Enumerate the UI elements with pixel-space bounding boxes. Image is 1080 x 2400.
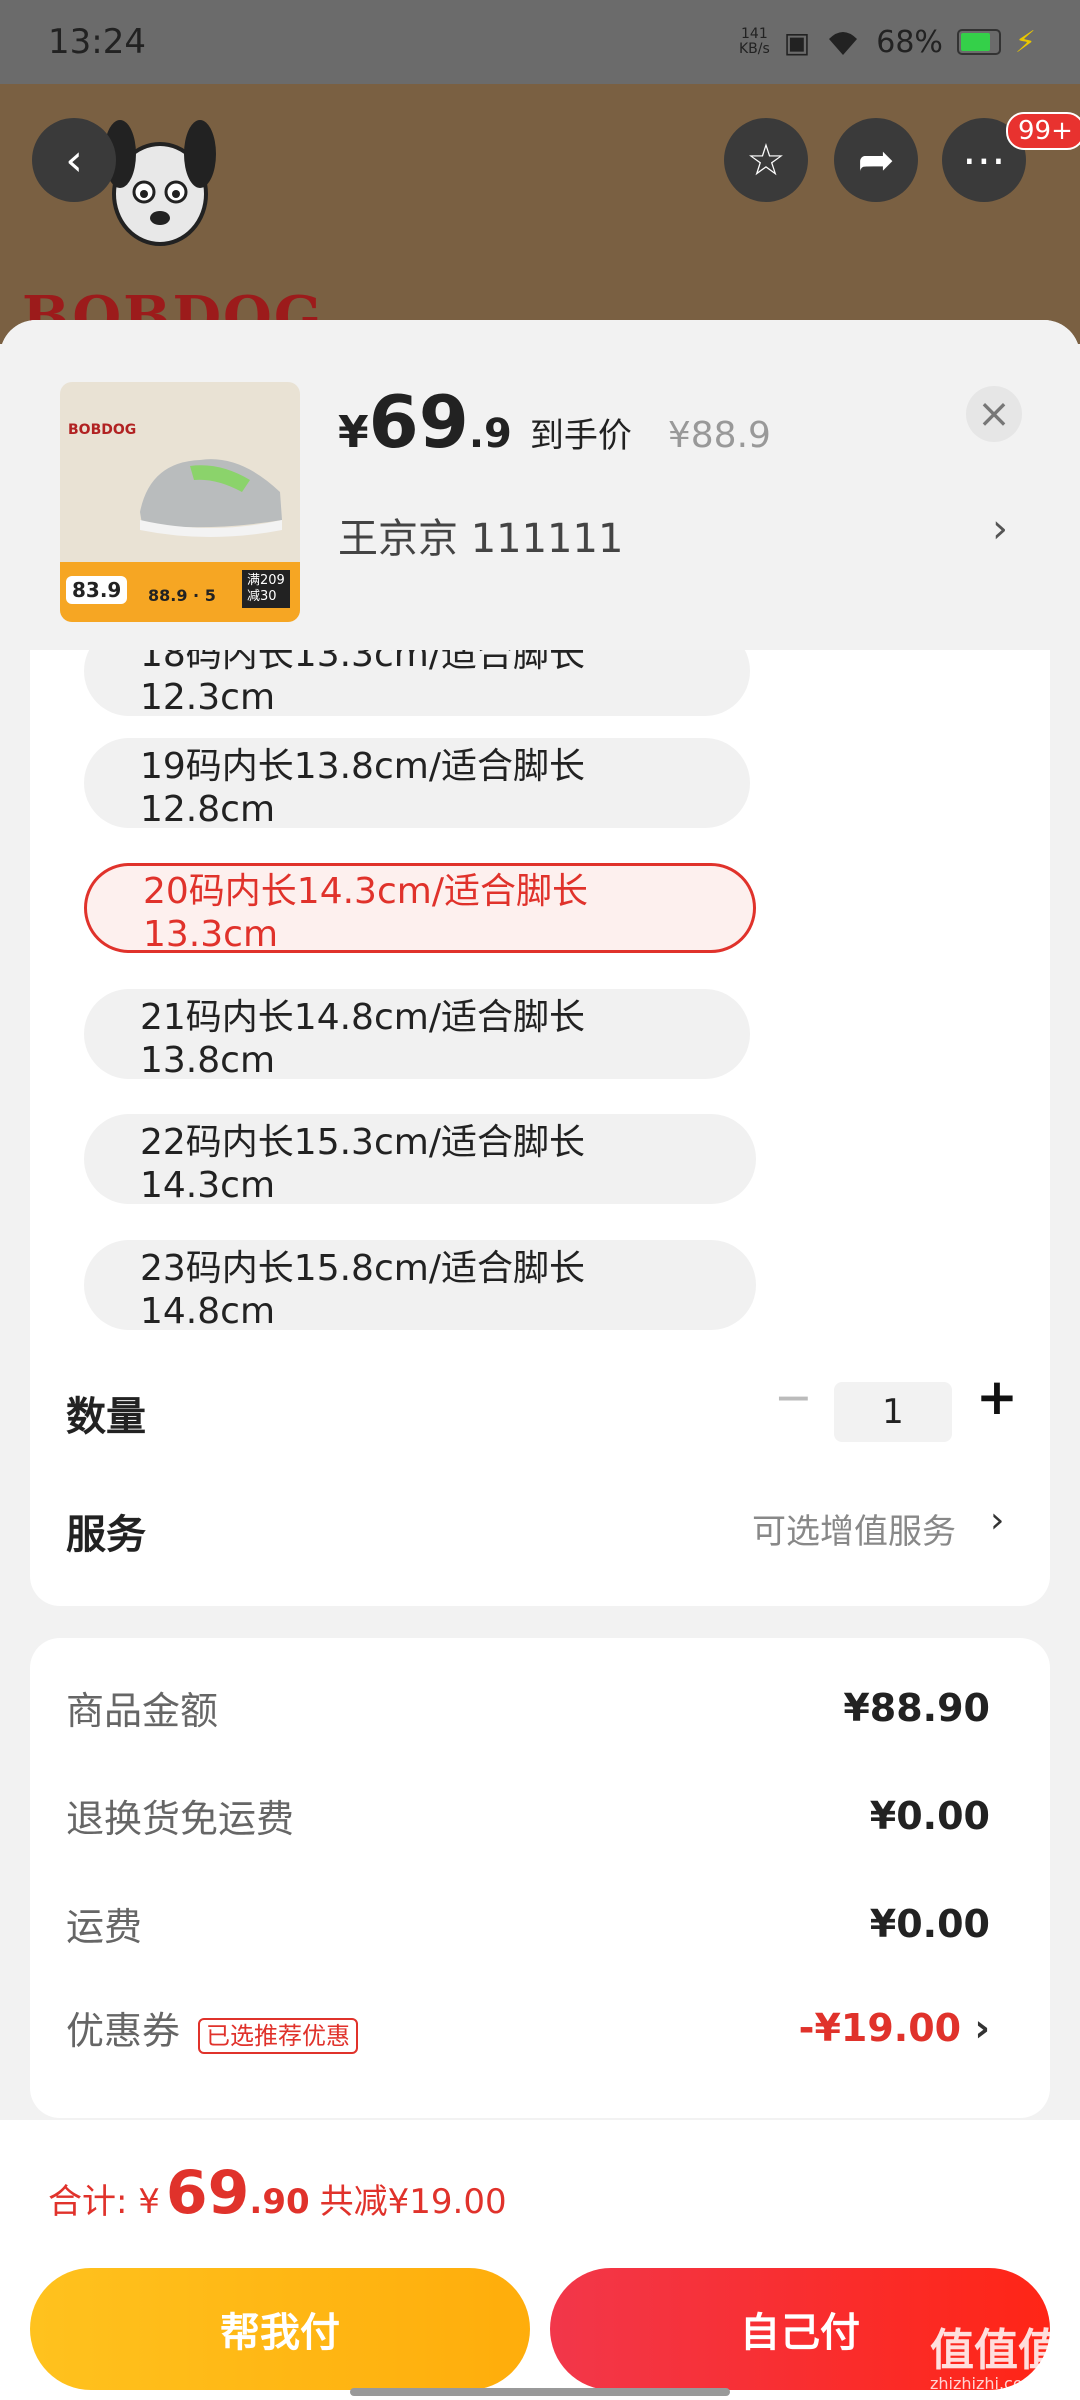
favorite-button[interactable]: ☆ (724, 118, 808, 202)
quantity-label: 数量 (66, 1394, 146, 1440)
cost-row-coupon[interactable]: 优惠券 已选推荐优惠 -¥19.00 › (66, 2000, 1006, 2055)
options-card: 18码内长13.3cm/适合脚长12.3cm 19码内长13.8cm/适合脚长1… (30, 650, 1050, 1380)
share-button[interactable]: ➦ (834, 118, 918, 202)
size-option-label: 22码内长15.3cm/适合脚长14.3cm (140, 1121, 585, 1206)
quantity-minus-button[interactable]: − (774, 1370, 813, 1424)
coupon-value: -¥19.00 (798, 2005, 962, 2050)
cost-summary-card: 商品金额 ¥88.90 退换货免运费 ¥0.00 运费 ¥0.00 优惠券 已选推… (30, 1638, 1050, 2118)
home-indicator[interactable] (350, 2388, 730, 2396)
net-speed: 141 KB/s (739, 27, 770, 57)
size-option-label: 20码内长14.3cm/适合脚长13.3cm (143, 870, 588, 955)
address-row[interactable]: 王京京 111111 (338, 506, 623, 564)
pay-myself-label: 自己付 (740, 2310, 860, 2356)
size-option-label: 19码内长13.8cm/适合脚长12.8cm (140, 745, 585, 830)
close-icon: × (977, 391, 1011, 437)
product-header: BOBDOG 83.9 88.9 · 5 满209 减30 ¥ 69 .9 到手… (0, 320, 1080, 660)
favorite-star-icon: ☆ (746, 134, 786, 186)
total-saved: 共减¥19.00 (319, 2182, 507, 2222)
net-speed-unit: KB/s (738, 41, 770, 57)
original-price: ¥88.9 (667, 415, 771, 456)
watermark-sub: zhizhizhi.com (930, 2374, 1039, 2393)
cost-row-goods: 商品金额 ¥88.90 (66, 1680, 1006, 1735)
status-time: 13:24 (48, 22, 146, 62)
product-thumbnail[interactable]: BOBDOG 83.9 88.9 · 5 满209 减30 (60, 382, 300, 622)
help-me-pay-button[interactable]: 帮我付 (30, 2268, 530, 2390)
product-hero-image: BOBDOG (0, 84, 1080, 344)
service-hint[interactable]: 可选增值服务 (752, 1504, 956, 1553)
checkout-footer: 合计: ¥ 69 .90 共减¥19.00 帮我付 自己付 (0, 2120, 1080, 2400)
more-icon: ⋯ (962, 134, 1006, 186)
thumb-price: 83.9 (66, 576, 128, 604)
goods-amount-value: ¥88.90 (843, 1685, 990, 1730)
currency-symbol: ¥ (338, 407, 369, 458)
coupon-tag: 已选推荐优惠 (198, 2018, 359, 2054)
size-option-label: 23码内长15.8cm/适合脚长14.8cm (140, 1247, 585, 1332)
quantity-plus-button[interactable]: + (976, 1368, 1018, 1426)
battery-icon (956, 29, 1001, 55)
size-option[interactable]: 23码内长15.8cm/适合脚长14.8cm (84, 1240, 756, 1332)
goods-amount-label: 商品金额 (66, 1689, 219, 1733)
price-label: 到手价 (529, 416, 632, 456)
chevron-right-icon: › (974, 2005, 990, 2050)
total-decimal: .90 (249, 2182, 310, 2222)
status-icons: 141 KB/s ▣ 68% ⚡ (739, 25, 1036, 60)
back-icon: ‹ (65, 134, 83, 186)
thumb-promo: 满209 减30 (242, 570, 290, 608)
quantity-input[interactable]: 1 (834, 1382, 952, 1442)
size-option[interactable]: 19码内长13.8cm/适合脚长12.8cm (84, 738, 750, 830)
shipping-value: ¥0.00 (869, 1901, 990, 1946)
cost-row-shipping: 运费 ¥0.00 (66, 1896, 1006, 1951)
price-integer: 69 (368, 380, 469, 464)
share-icon: ➦ (857, 134, 895, 186)
coupon-label: 优惠券 (66, 2009, 181, 2053)
thumb-promo-2: 减30 (247, 589, 277, 604)
help-me-pay-label: 帮我付 (220, 2310, 340, 2356)
size-option[interactable]: 21码内长14.8cm/适合脚长13.8cm (84, 989, 750, 1081)
return-freight-label: 退换货免运费 (66, 1797, 295, 1841)
sim-icon: ▣ (783, 25, 811, 59)
net-speed-value: 141 (741, 26, 768, 42)
thumb-promo-1: 满209 (247, 573, 285, 588)
chevron-right-icon: › (992, 506, 1008, 552)
close-button[interactable]: × (966, 386, 1022, 442)
qty-service-card: 数量 − 1 + 服务 可选增值服务 › (30, 1340, 1050, 1606)
size-option[interactable]: 22码内长15.3cm/适合脚长14.3cm (84, 1114, 756, 1206)
total-label: 合计: ¥ (48, 2182, 160, 2222)
watermark-text: 值值值 (930, 2325, 1062, 2376)
shipping-label: 运费 (66, 1905, 143, 1949)
chevron-right-icon: › (990, 1500, 1005, 1541)
cost-row-return: 退换货免运费 ¥0.00 (66, 1788, 1006, 1843)
coupon-label-wrap: 优惠券 已选推荐优惠 (66, 2000, 359, 2055)
total-price: 合计: ¥ 69 .90 共减¥19.00 (48, 2158, 507, 2228)
wifi-icon (829, 32, 858, 55)
size-option-label: 18码内长13.3cm/适合脚长12.3cm (140, 650, 585, 718)
price-row: ¥ 69 .9 到手价 ¥88.9 (338, 380, 771, 464)
back-button[interactable]: ‹ (32, 118, 116, 202)
price-decimal: .9 (468, 411, 512, 457)
size-option-label: 21码内长14.8cm/适合脚长13.8cm (140, 996, 585, 1081)
shoe-image (140, 459, 282, 537)
message-badge: 99+ (1006, 112, 1080, 150)
coupon-value-wrap: -¥19.00 › (799, 2006, 1006, 2050)
total-integer: 69 (165, 2158, 250, 2228)
thumb-price2: 88.9 · 5 (148, 586, 216, 605)
return-freight-value: ¥0.00 (869, 1793, 990, 1838)
charging-icon: ⚡ (1014, 24, 1036, 60)
size-option-selected[interactable]: 20码内长14.3cm/适合脚长13.3cm (84, 863, 756, 955)
watermark: 值值值 zhizhizhi.com (930, 2314, 1062, 2393)
brand-dog-logo (104, 120, 216, 246)
status-bar: 13:24 141 KB/s ▣ 68% ⚡ (0, 0, 1080, 84)
battery-percent: 68% (876, 24, 943, 60)
service-label: 服务 (66, 1512, 146, 1558)
thumb-brand: BOBDOG (68, 422, 137, 438)
thumb-price-bar: 83.9 88.9 · 5 满209 减30 (60, 562, 300, 622)
size-option[interactable]: 18码内长13.3cm/适合脚长12.3cm (84, 650, 750, 718)
